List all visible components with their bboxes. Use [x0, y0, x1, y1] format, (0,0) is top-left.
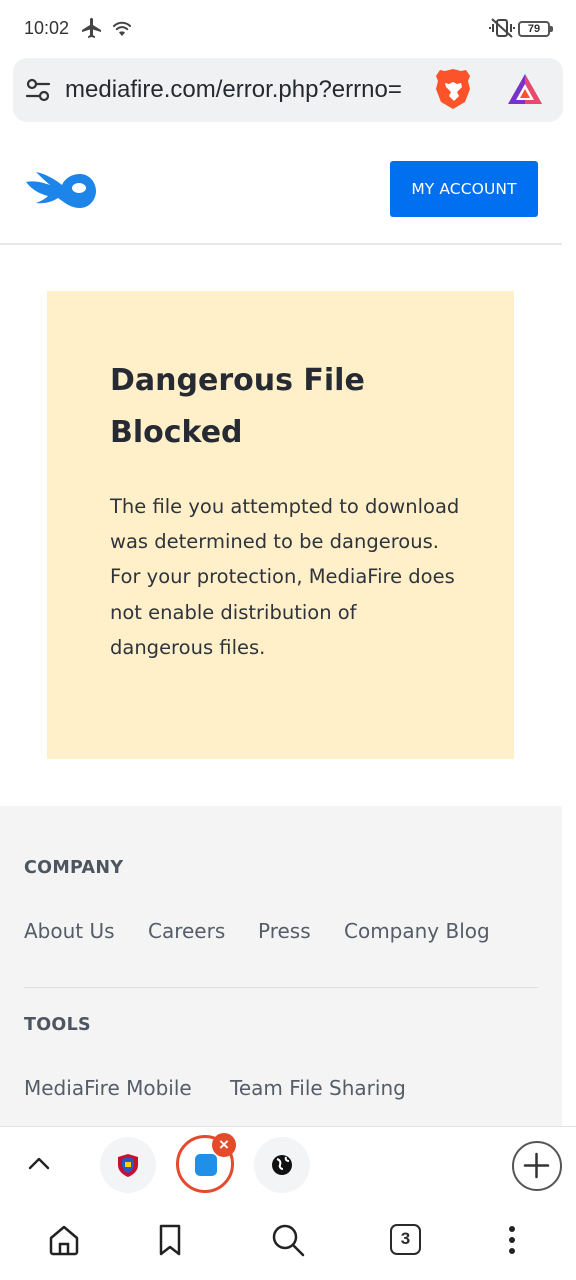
footer-company-heading: COMPANY	[24, 858, 124, 878]
brave-shields-icon[interactable]	[435, 68, 471, 115]
more-vertical-icon	[509, 1226, 515, 1254]
footer-divider	[24, 987, 538, 988]
chevron-up-icon[interactable]	[26, 1151, 52, 1182]
site-footer: COMPANY About Us Careers Press Company B…	[0, 806, 562, 1126]
search-button[interactable]	[268, 1220, 308, 1260]
menu-button[interactable]	[492, 1220, 532, 1260]
bottom-navigation: 3	[0, 1206, 576, 1280]
header-divider	[0, 243, 562, 245]
footer-link-team-file-sharing[interactable]: Team File Sharing	[230, 1076, 406, 1100]
address-bar[interactable]: mediafire.com/error.php?errno=	[13, 58, 563, 122]
airplane-mode-icon	[80, 16, 104, 45]
status-time: 10:02	[24, 18, 70, 38]
tab-switcher-button[interactable]: 3	[386, 1220, 426, 1260]
footer-link-press[interactable]: Press	[258, 919, 311, 943]
site-settings-icon[interactable]	[25, 77, 51, 108]
error-message: The file you attempted to download was d…	[110, 495, 460, 659]
plus-icon	[523, 1152, 550, 1179]
battery-indicator: 79	[518, 21, 553, 37]
my-account-button[interactable]: MY ACCOUNT	[390, 161, 538, 217]
status-bar: 10:02 79	[0, 0, 576, 56]
home-button[interactable]	[44, 1220, 84, 1260]
tab-thumbnail-3[interactable]	[254, 1137, 310, 1193]
vibrate-off-icon	[489, 16, 515, 45]
tab-thumbnail-1[interactable]	[100, 1137, 156, 1193]
brave-rewards-icon[interactable]	[506, 72, 544, 111]
search-icon	[272, 1224, 305, 1257]
footer-link-company-blog[interactable]: Company Blog	[344, 919, 490, 943]
tab-count: 3	[390, 1224, 421, 1255]
new-tab-button[interactable]	[512, 1141, 562, 1191]
mediafire-logo-icon[interactable]	[24, 168, 96, 213]
wifi-icon	[110, 16, 134, 45]
bookmark-icon	[159, 1224, 181, 1256]
site-favicon-icon	[118, 1154, 138, 1177]
error-title: Dangerous File Blocked	[110, 363, 365, 450]
globe-icon	[272, 1155, 292, 1175]
error-card: Dangerous File Blocked The file you atte…	[47, 291, 514, 759]
home-icon	[49, 1225, 79, 1256]
footer-link-careers[interactable]: Careers	[148, 919, 225, 943]
mediafire-favicon-icon	[195, 1154, 217, 1176]
close-tab-icon[interactable]: ×	[212, 1133, 236, 1157]
tab-strip: ×	[0, 1126, 576, 1206]
footer-link-about-us[interactable]: About Us	[24, 919, 115, 943]
bookmarks-button[interactable]	[150, 1220, 190, 1260]
footer-link-mediafire-mobile[interactable]: MediaFire Mobile	[24, 1076, 192, 1100]
url-text[interactable]: mediafire.com/error.php?errno=	[65, 76, 433, 104]
footer-tools-heading: TOOLS	[24, 1015, 91, 1035]
